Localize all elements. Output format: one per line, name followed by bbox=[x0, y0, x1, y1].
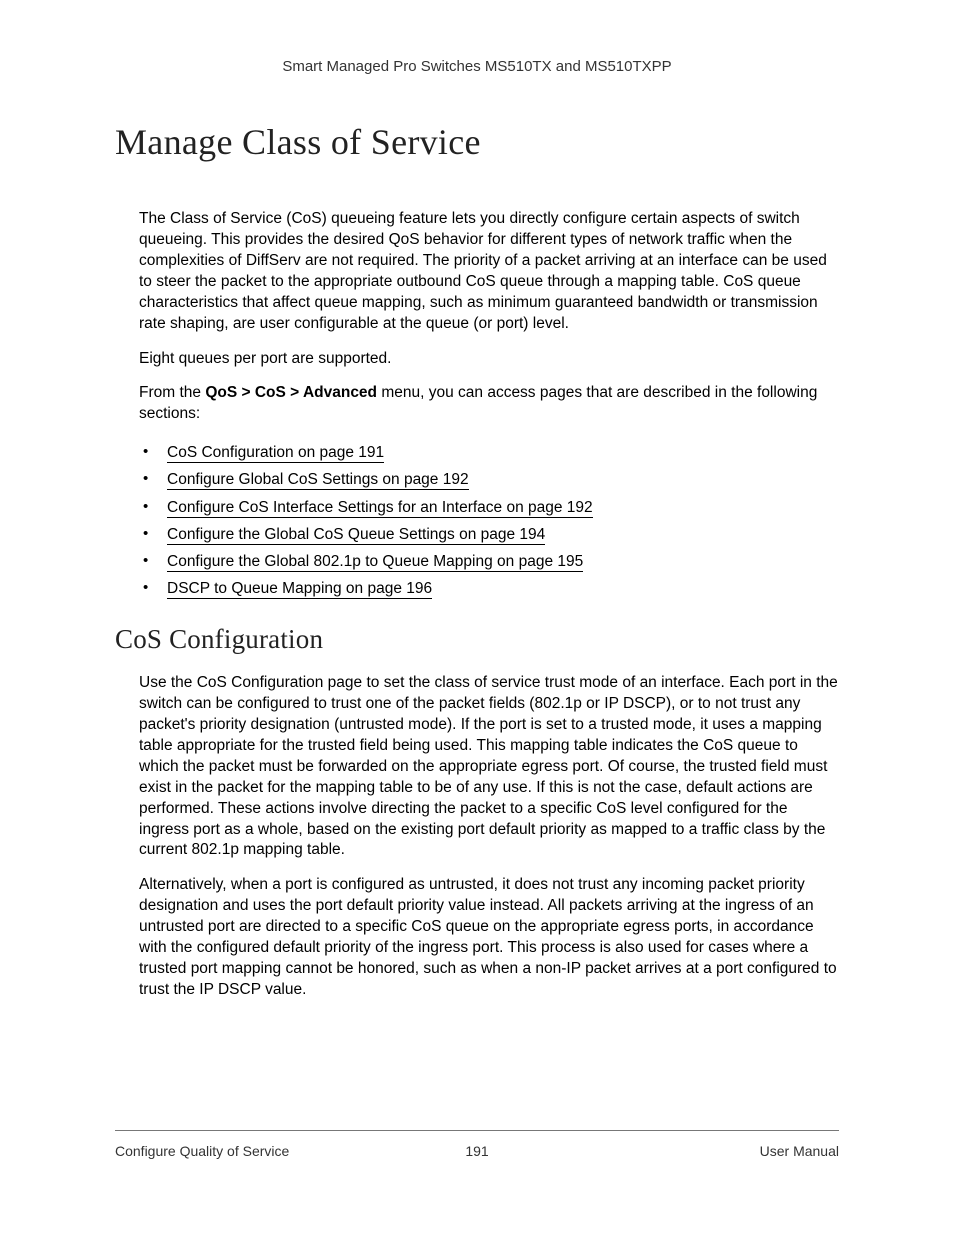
link-item: Configure Global CoS Settings on page 19… bbox=[139, 466, 839, 493]
intro-p3-bold: QoS > CoS > Advanced bbox=[205, 384, 377, 401]
link-item: Configure the Global CoS Queue Settings … bbox=[139, 521, 839, 548]
section-title: CoS Configuration bbox=[115, 624, 839, 655]
intro-paragraph-3: From the QoS > CoS > Advanced menu, you … bbox=[139, 383, 839, 425]
link-item: Configure the Global 802.1p to Queue Map… bbox=[139, 548, 839, 575]
section-links-list: CoS Configuration on page 191 Configure … bbox=[139, 439, 839, 602]
intro-paragraph-1: The Class of Service (CoS) queueing feat… bbox=[139, 209, 839, 335]
link-cos-configuration[interactable]: CoS Configuration on page 191 bbox=[167, 444, 384, 463]
link-dscp-queue-mapping[interactable]: DSCP to Queue Mapping on page 196 bbox=[167, 580, 432, 599]
page-footer: Configure Quality of Service 191 User Ma… bbox=[115, 1130, 839, 1159]
intro-p3-pre: From the bbox=[139, 384, 205, 401]
link-cos-interface-settings[interactable]: Configure CoS Interface Settings for an … bbox=[167, 499, 593, 518]
section-paragraph-1: Use the CoS Configuration page to set th… bbox=[139, 673, 839, 861]
footer-doc-type: User Manual bbox=[760, 1143, 839, 1159]
link-global-cos-queue[interactable]: Configure the Global CoS Queue Settings … bbox=[167, 526, 545, 545]
intro-paragraph-2: Eight queues per port are supported. bbox=[139, 349, 839, 370]
section-paragraph-2: Alternatively, when a port is configured… bbox=[139, 875, 839, 1001]
link-item: CoS Configuration on page 191 bbox=[139, 439, 839, 466]
product-header: Smart Managed Pro Switches MS510TX and M… bbox=[115, 58, 839, 75]
link-item: Configure CoS Interface Settings for an … bbox=[139, 494, 839, 521]
link-global-8021p-queue[interactable]: Configure the Global 802.1p to Queue Map… bbox=[167, 553, 583, 572]
link-global-cos-settings[interactable]: Configure Global CoS Settings on page 19… bbox=[167, 471, 469, 490]
page-title: Manage Class of Service bbox=[115, 121, 839, 163]
link-item: DSCP to Queue Mapping on page 196 bbox=[139, 575, 839, 602]
footer-chapter: Configure Quality of Service bbox=[115, 1143, 289, 1159]
page: Smart Managed Pro Switches MS510TX and M… bbox=[0, 0, 954, 1235]
